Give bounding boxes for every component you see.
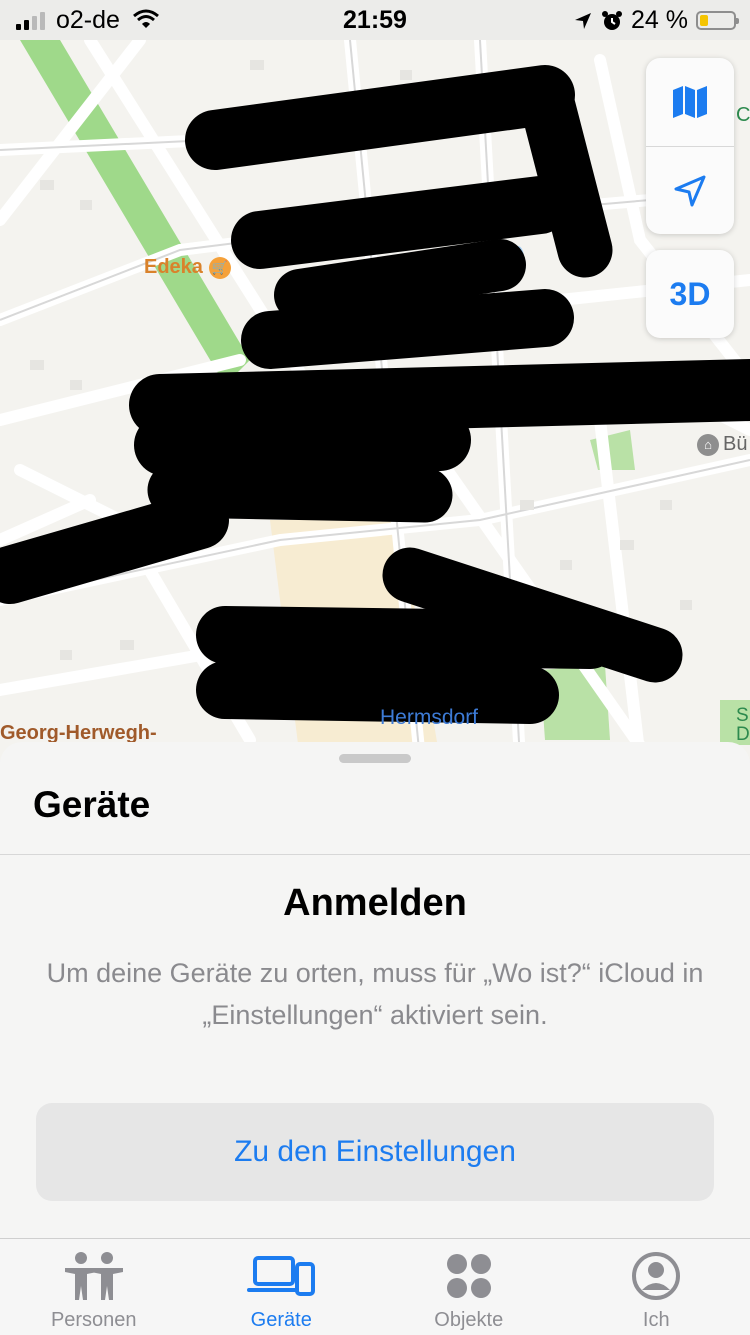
tab-personen-label: Personen	[51, 1309, 137, 1332]
poi-bu[interactable]: ⌂ Bü	[697, 433, 747, 456]
battery-percent: 24 %	[631, 6, 688, 35]
alarm-clock-icon	[601, 10, 623, 32]
current-location-button[interactable]	[646, 147, 734, 234]
three-d-button[interactable]: 3D	[646, 250, 734, 338]
devices-sheet: Geräte Anmelden Um deine Geräte zu orten…	[0, 742, 750, 1238]
street-label-georg-text: Georg-Herwegh-	[0, 722, 157, 744]
shopping-cart-icon: 🛒	[209, 257, 231, 279]
place-label-c: C	[736, 104, 750, 127]
devices-icon	[247, 1249, 315, 1303]
location-arrow-icon	[672, 173, 708, 209]
sheet-divider	[0, 854, 750, 855]
tab-ich[interactable]: Ich	[563, 1239, 750, 1335]
map-controls	[646, 58, 734, 234]
map-streets	[0, 0, 750, 760]
map-view[interactable]: Edeka 🛒 ⌂ Bü Georg-Herwegh- Hermsdorf S …	[0, 0, 750, 760]
tab-ich-label: Ich	[643, 1309, 670, 1332]
poi-edeka-label: Edeka	[144, 256, 203, 279]
battery-fill	[700, 15, 708, 26]
me-icon	[632, 1249, 680, 1303]
signin-description: Um deine Geräte zu orten, muss für „Wo i…	[40, 952, 710, 1036]
go-to-settings-button[interactable]: Zu den Einstellungen	[36, 1103, 714, 1201]
sheet-grabber[interactable]	[339, 754, 411, 763]
place-label-s: S D	[736, 706, 750, 744]
tab-personen[interactable]: Personen	[0, 1239, 188, 1335]
place-label-s-text: S	[736, 705, 749, 726]
items-icon	[445, 1249, 493, 1303]
battery-icon	[696, 11, 736, 30]
carrier-name: o2-de	[56, 6, 120, 35]
map-icon	[671, 85, 709, 119]
place-label-d-text: D	[736, 724, 750, 745]
sheet-title: Geräte	[33, 784, 150, 826]
status-bar: o2-de 21:59 24 %	[0, 0, 750, 40]
status-right-group: 24 %	[573, 6, 736, 35]
signal-strength-icon	[16, 10, 45, 30]
tab-objekte[interactable]: Objekte	[375, 1239, 563, 1335]
poi-bu-label: Bü	[723, 433, 747, 456]
people-icon	[61, 1249, 127, 1303]
wifi-icon	[132, 8, 160, 30]
signin-heading: Anmelden	[0, 882, 750, 925]
tab-objekte-label: Objekte	[434, 1309, 503, 1332]
place-label-hermsdorf: Hermsdorf	[380, 706, 478, 730]
tab-geraete-label: Geräte	[251, 1309, 312, 1332]
map-mode-button[interactable]	[646, 58, 734, 146]
poi-edeka[interactable]: Edeka 🛒	[144, 256, 231, 279]
landmark-icon: ⌂	[697, 434, 719, 456]
battery-nub	[736, 18, 739, 24]
tab-bar: Personen Geräte Objekte	[0, 1238, 750, 1335]
location-services-icon	[573, 11, 593, 31]
tab-geraete[interactable]: Geräte	[188, 1239, 376, 1335]
